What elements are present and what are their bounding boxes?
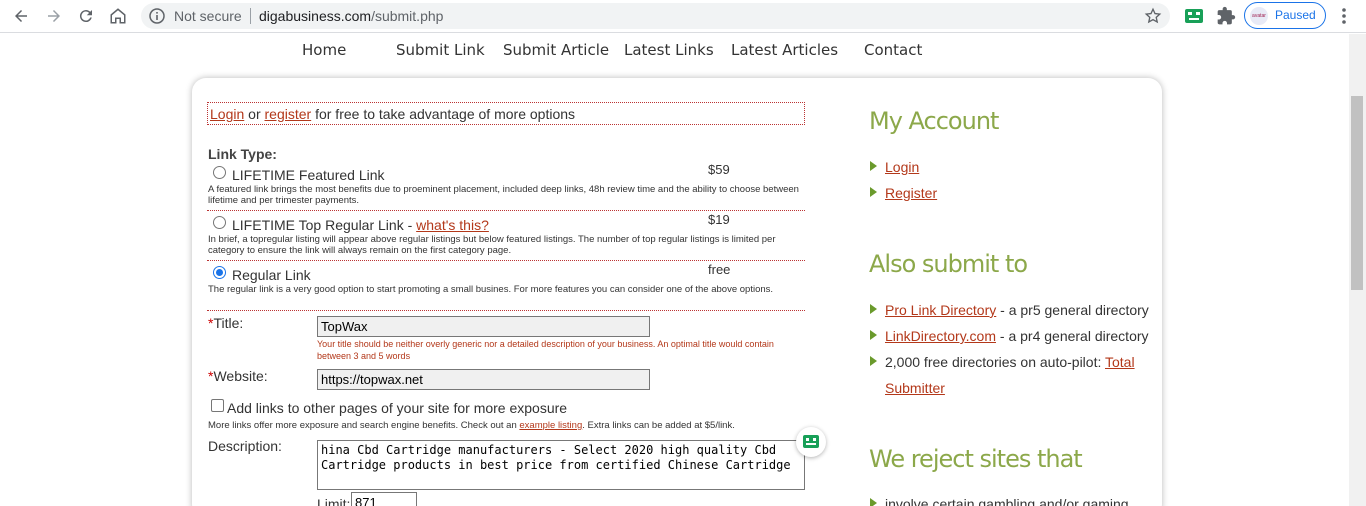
title-input[interactable] bbox=[317, 316, 650, 337]
nav-contact[interactable]: Contact bbox=[864, 41, 922, 59]
pro-link-directory-link[interactable]: Pro Link Directory bbox=[885, 302, 996, 318]
description-textarea[interactable]: hina Cbd Cartridge manufacturers - Selec… bbox=[317, 440, 805, 490]
register-link[interactable]: register bbox=[265, 106, 312, 122]
featured-link-title: LIFETIME Featured Link bbox=[232, 167, 385, 183]
bullet-triangle-icon bbox=[870, 330, 877, 340]
regular-link-title: Regular Link bbox=[232, 267, 311, 283]
grammar-extension-icon[interactable] bbox=[1184, 6, 1204, 26]
home-icon[interactable] bbox=[105, 4, 131, 28]
bullet-triangle-icon bbox=[870, 356, 877, 366]
title-label: *Title: bbox=[208, 315, 244, 331]
security-status: Not secure bbox=[174, 8, 242, 24]
profile-status: Paused bbox=[1275, 8, 1316, 22]
login-link[interactable]: Login bbox=[210, 106, 244, 122]
site-nav: Home Submit Link Submit Article Latest L… bbox=[0, 34, 1349, 68]
scrollbar-thumb[interactable] bbox=[1351, 96, 1363, 290]
address-bar[interactable]: Not secure digabusiness.com/submit.php bbox=[141, 3, 1170, 29]
extra-links-note: More links offer more exposure and searc… bbox=[208, 420, 735, 431]
featured-link-radio[interactable] bbox=[213, 166, 226, 179]
total-submitter-link-line2[interactable]: Submitter bbox=[885, 380, 945, 396]
login-notice: Login or register for free to take advan… bbox=[207, 102, 805, 125]
limit-input[interactable] bbox=[351, 492, 417, 506]
sidebar-item-linkdirectory: LinkDirectory.com - a pr4 general direct… bbox=[870, 328, 1149, 344]
info-icon[interactable] bbox=[149, 8, 165, 24]
option-divider bbox=[207, 260, 805, 261]
page-scrollbar[interactable] bbox=[1349, 34, 1366, 506]
login-notice-text: for free to take advantage of more optio… bbox=[311, 106, 576, 122]
reload-icon[interactable] bbox=[73, 4, 99, 28]
profile-button[interactable]: avatar Paused bbox=[1244, 2, 1326, 29]
regular-link-price: free bbox=[708, 262, 731, 277]
website-input[interactable] bbox=[317, 369, 650, 390]
nav-submit-link[interactable]: Submit Link bbox=[396, 41, 485, 59]
top-regular-link-price: $19 bbox=[708, 212, 730, 227]
extensions-puzzle-icon[interactable] bbox=[1216, 6, 1236, 26]
grammar-assistant-icon bbox=[803, 435, 819, 448]
more-menu-icon[interactable] bbox=[1334, 6, 1354, 26]
address-separator bbox=[250, 8, 251, 24]
reject-heading: We reject sites that bbox=[869, 445, 1083, 473]
my-account-heading: My Account bbox=[869, 107, 999, 135]
top-regular-link-description: In brief, a topregular listing will appe… bbox=[208, 234, 776, 256]
also-submit-heading: Also submit to bbox=[869, 250, 1028, 278]
top-regular-link-label: LIFETIME Top Regular Link - bbox=[232, 217, 417, 233]
extra-links-checkbox[interactable] bbox=[211, 399, 224, 412]
url-text: digabusiness.com/submit.php bbox=[259, 8, 443, 24]
browser-toolbar: Not secure digabusiness.com/submit.php a… bbox=[0, 0, 1366, 33]
back-icon[interactable] bbox=[8, 4, 34, 28]
description-label: Description: bbox=[208, 438, 282, 454]
linkdirectory-link[interactable]: LinkDirectory.com bbox=[885, 328, 996, 344]
nav-submit-article[interactable]: Submit Article bbox=[503, 41, 609, 59]
option-divider bbox=[207, 210, 805, 211]
sidebar-item-login[interactable]: Login bbox=[870, 159, 919, 175]
nav-home[interactable]: Home bbox=[302, 41, 346, 59]
example-listing-link[interactable]: example listing bbox=[519, 420, 582, 431]
bullet-triangle-icon bbox=[870, 161, 877, 171]
top-regular-link-title: LIFETIME Top Regular Link - what's this? bbox=[232, 217, 489, 233]
title-hint: Your title should be neither overly gene… bbox=[317, 339, 774, 361]
forward-icon[interactable] bbox=[41, 4, 67, 28]
regular-link-radio[interactable] bbox=[213, 266, 226, 279]
url-host: digabusiness.com bbox=[259, 8, 372, 24]
featured-link-description: A featured link brings the most benefits… bbox=[208, 184, 799, 206]
total-submitter-link[interactable]: Total bbox=[1105, 354, 1135, 370]
sidebar-item-reject: involve certain gambling and/or gaming bbox=[870, 496, 1129, 506]
bullet-triangle-icon bbox=[870, 304, 877, 314]
regular-link-description: The regular link is a very good option t… bbox=[208, 284, 774, 295]
avatar: avatar bbox=[1250, 7, 1268, 25]
bookmark-star-icon[interactable] bbox=[1144, 7, 1162, 25]
login-or-text: or bbox=[244, 106, 265, 122]
sidebar-item-register[interactable]: Register bbox=[870, 185, 937, 201]
bullet-triangle-icon bbox=[870, 498, 877, 506]
link-type-label: Link Type: bbox=[208, 146, 277, 162]
sidebar-item-pro-link-directory: Pro Link Directory - a pr5 general direc… bbox=[870, 302, 1149, 318]
grammar-assistant-button[interactable] bbox=[796, 427, 826, 457]
whats-this-link[interactable]: what's this? bbox=[416, 217, 489, 233]
nav-latest-articles[interactable]: Latest Articles bbox=[731, 41, 838, 59]
featured-link-price: $59 bbox=[708, 162, 730, 177]
limit-label: Limit: bbox=[317, 496, 351, 506]
top-regular-link-radio[interactable] bbox=[213, 216, 226, 229]
sidebar-register-link[interactable]: Register bbox=[885, 185, 937, 201]
option-divider bbox=[207, 310, 805, 311]
sidebar-login-link[interactable]: Login bbox=[885, 159, 919, 175]
sidebar-item-total-submitter: 2,000 free directories on auto-pilot: To… bbox=[870, 349, 1135, 401]
extra-links-label: Add links to other pages of your site fo… bbox=[227, 400, 568, 416]
website-label: *Website: bbox=[208, 368, 268, 384]
url-path: /submit.php bbox=[371, 8, 444, 24]
nav-latest-links[interactable]: Latest Links bbox=[624, 41, 714, 59]
bullet-triangle-icon bbox=[870, 187, 877, 197]
